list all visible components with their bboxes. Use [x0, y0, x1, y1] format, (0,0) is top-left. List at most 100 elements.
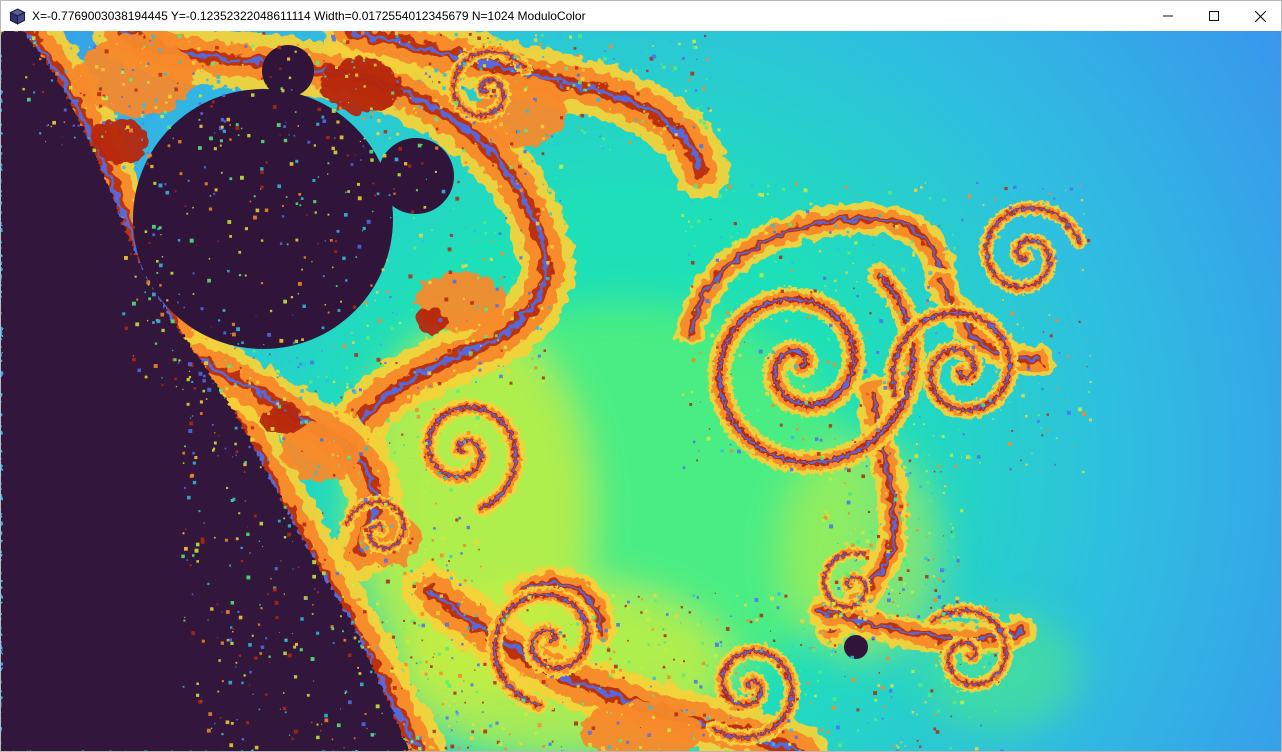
minimize-button[interactable]: [1145, 1, 1191, 31]
speckle: [888, 615, 892, 619]
speckle: [140, 62, 142, 64]
speckle: [998, 681, 1000, 683]
speckle: [179, 172, 183, 176]
speckle: [310, 360, 314, 365]
speckle: [105, 131, 107, 133]
speckle: [1006, 334, 1008, 336]
speckle: [754, 598, 759, 602]
fractal-canvas[interactable]: [1, 31, 1281, 752]
speckle: [413, 621, 416, 625]
speckle: [793, 364, 798, 369]
speckle: [416, 436, 419, 439]
speckle: [832, 697, 837, 701]
speckle: [274, 600, 279, 605]
speckle: [1056, 387, 1058, 390]
speckle: [805, 405, 809, 409]
mandelbrot-render[interactable]: [1, 31, 1281, 752]
speckle: [756, 665, 761, 670]
speckle: [474, 239, 476, 242]
speckle: [144, 291, 147, 294]
speckle: [384, 558, 388, 563]
speckle: [690, 225, 693, 228]
speckle: [455, 196, 460, 201]
speckle: [395, 510, 399, 513]
speckle: [234, 442, 237, 446]
speckle: [459, 559, 462, 561]
speckle: [820, 728, 824, 732]
speckle: [881, 717, 884, 720]
speckle: [865, 556, 870, 560]
speckle: [550, 633, 553, 635]
speckle: [548, 742, 552, 746]
speckle: [651, 628, 654, 631]
speckle: [461, 86, 464, 89]
speckle: [875, 567, 877, 570]
speckle: [700, 111, 704, 115]
speckle: [227, 364, 232, 369]
speckle: [928, 271, 933, 275]
speckle: [417, 387, 419, 389]
speckle: [474, 381, 477, 383]
speckle: [473, 229, 477, 233]
speckle: [987, 628, 990, 631]
speckle: [900, 493, 903, 496]
speckle: [618, 78, 621, 82]
speckle: [50, 79, 54, 82]
speckle: [427, 35, 432, 40]
speckle: [889, 452, 892, 455]
speckle: [205, 398, 208, 400]
speckle: [290, 89, 293, 91]
speckle: [636, 92, 640, 96]
speckle: [27, 97, 31, 102]
speckle: [360, 159, 362, 161]
speckle: [776, 664, 781, 669]
speckle: [865, 465, 868, 468]
speckle: [546, 665, 550, 669]
speckle: [189, 417, 192, 419]
speckle: [451, 79, 456, 83]
speckle: [235, 666, 237, 668]
speckle: [454, 88, 459, 92]
speckle: [920, 618, 925, 623]
speckle: [235, 537, 239, 541]
speckle: [724, 693, 729, 698]
speckle: [351, 332, 353, 334]
speckle: [249, 377, 252, 379]
speckle: [183, 306, 186, 309]
maximize-button[interactable]: [1191, 1, 1237, 31]
speckle: [499, 374, 503, 379]
speckle: [254, 745, 259, 750]
speckle: [515, 180, 518, 182]
speckle: [316, 735, 320, 740]
speckle: [410, 656, 413, 659]
speckle: [359, 140, 361, 143]
speckle: [174, 190, 177, 193]
speckle: [31, 36, 36, 40]
minimize-icon: [1163, 11, 1173, 21]
speckle: [933, 598, 937, 602]
speckle: [524, 128, 528, 133]
speckle: [666, 67, 670, 72]
speckle: [1067, 355, 1070, 358]
speckle: [473, 746, 478, 750]
speckle: [214, 132, 216, 134]
speckle: [445, 562, 447, 564]
speckle: [177, 34, 182, 39]
speckle: [279, 708, 281, 710]
speckle: [1058, 351, 1061, 354]
speckle: [526, 609, 529, 612]
speckle: [318, 376, 320, 378]
close-button[interactable]: [1237, 1, 1281, 31]
speckle: [954, 305, 956, 307]
speckle: [562, 645, 567, 649]
speckle: [736, 303, 738, 305]
speckle: [1045, 206, 1049, 210]
speckle: [248, 388, 251, 391]
speckle: [122, 165, 126, 169]
speckle: [345, 366, 349, 370]
speckle: [299, 396, 303, 400]
title-bar[interactable]: X=-0.7769003038194445 Y=-0.1235232204861…: [1, 1, 1281, 31]
speckle: [230, 626, 233, 629]
speckle: [483, 729, 488, 734]
speckle: [469, 736, 474, 741]
